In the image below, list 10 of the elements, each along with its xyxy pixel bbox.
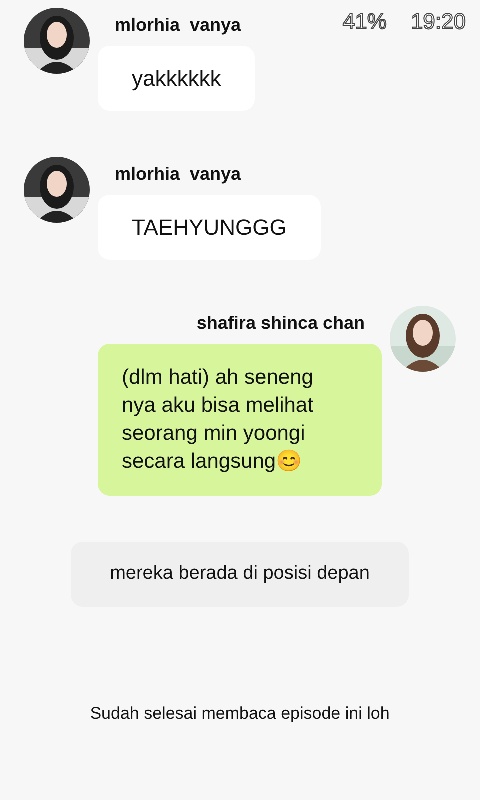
message-bubble: (dlm hati) ah seneng nya aku bisa melihat seorang min yoongi secara langsung😊: [98, 344, 382, 496]
narration-box: mereka berada di posisi depan: [71, 542, 409, 607]
battery-percentage: 41%: [342, 8, 387, 36]
sender-name: mlorhia vanya: [115, 14, 242, 37]
clock: 19:20: [410, 8, 466, 36]
message-bubble: TAEHYUNGGG: [98, 195, 321, 260]
episode-end-text: Sudah selesai membaca episode ini loh: [89, 703, 391, 725]
sender-name: mlorhia vanya: [115, 163, 242, 186]
sender-name: shafira shinca chan: [196, 312, 365, 335]
message-bubble: yakkkkkk: [98, 46, 256, 111]
